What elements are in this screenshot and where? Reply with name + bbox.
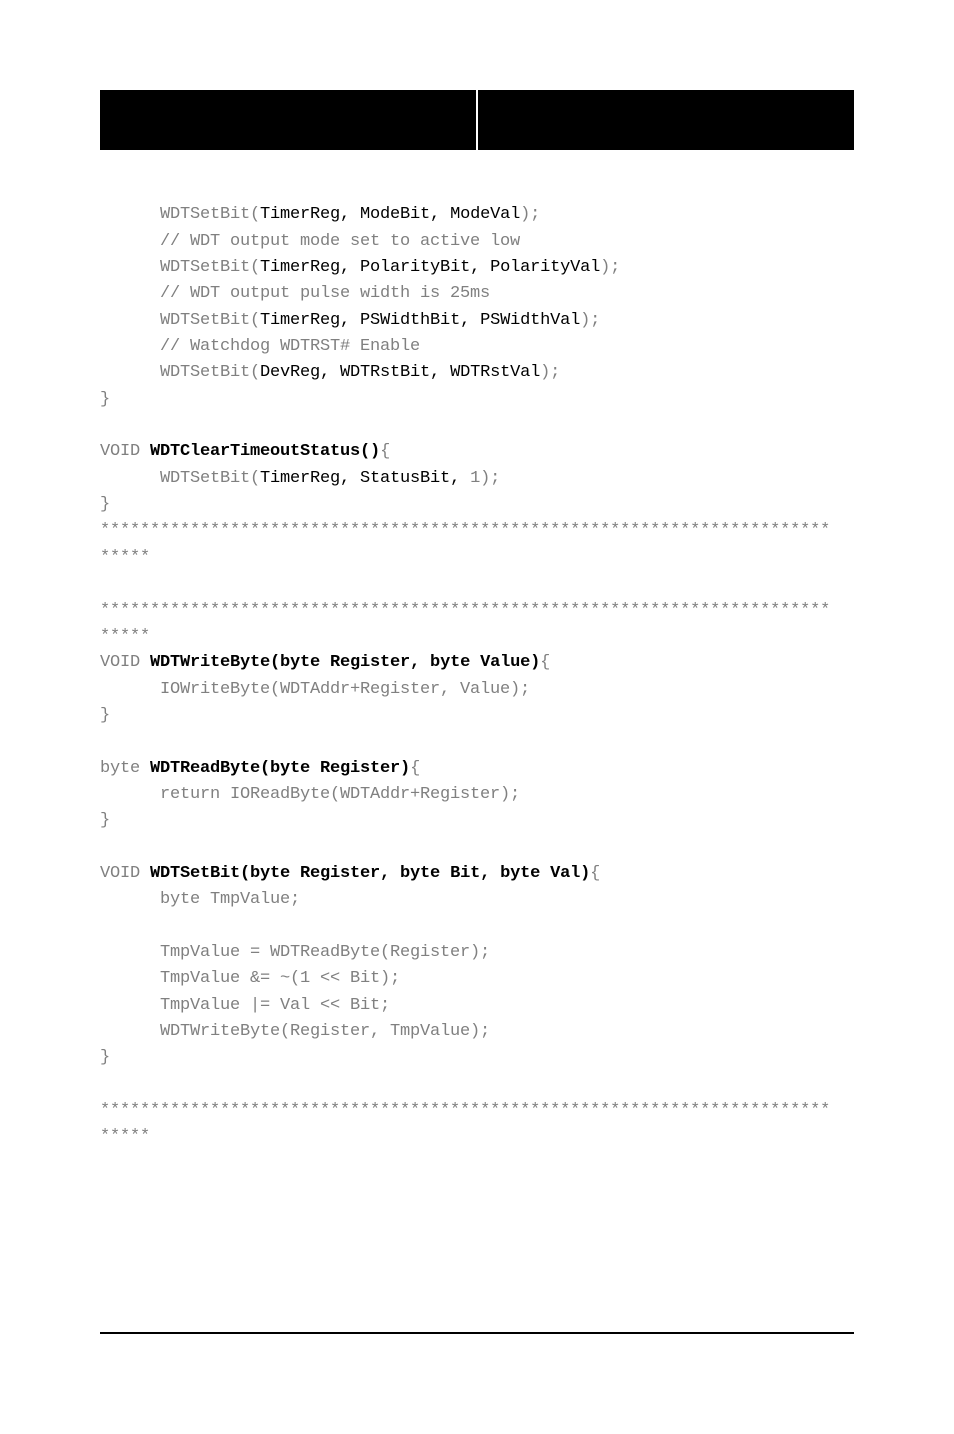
code-text: IOWriteByte(WDTAddr+Register, Value); — [100, 677, 530, 703]
code-stars: ****************************************… — [100, 1101, 830, 1120]
code-text: TimerReg, ModeBit, ModeVal — [260, 205, 520, 224]
code-stars: ***** — [100, 627, 150, 646]
code-text: VOID — [100, 864, 150, 883]
code-brace: } — [100, 706, 110, 725]
code-text: WDTReadByte(byte Register) — [150, 759, 410, 778]
code-stars: ***** — [100, 548, 150, 567]
code-brace: } — [100, 390, 110, 409]
code-block: WDTSetBit(TimerReg, ModeBit, ModeVal); /… — [100, 176, 854, 1151]
code-text: DevReg, WDTRstBit, WDTRstVal — [260, 363, 540, 382]
code-text: TimerReg, StatusBit, — [260, 469, 460, 488]
code-text: return IOReadByte(WDTAddr+Register); — [100, 782, 520, 808]
code-brace: } — [100, 811, 110, 830]
code-text: WDTClearTimeoutStatus() — [150, 442, 380, 461]
header-left — [100, 90, 478, 150]
header-bar — [100, 90, 854, 150]
code-text: byte TmpValue; — [100, 887, 300, 913]
code-text: WDTSetBit( — [160, 205, 260, 224]
code-text: { — [380, 442, 390, 461]
code-text: byte — [100, 759, 150, 778]
code-text: WDTSetBit( — [160, 469, 260, 488]
code-text: WDTWriteByte(Register, TmpValue); — [100, 1019, 490, 1045]
header-right — [478, 90, 854, 150]
code-text: WDTSetBit( — [160, 311, 260, 330]
code-text: WDTWriteByte(byte Register, byte Value) — [150, 653, 540, 672]
code-text: ); — [600, 258, 620, 277]
code-comment: // WDT output pulse width is 25ms — [100, 281, 490, 307]
code-brace: } — [100, 495, 110, 514]
code-text: ); — [520, 205, 540, 224]
code-brace: } — [100, 1048, 110, 1067]
code-text: { — [590, 864, 600, 883]
code-text: VOID — [100, 442, 150, 461]
code-text: TmpValue &= ~(1 << Bit); — [100, 966, 400, 992]
code-text: ); — [580, 311, 600, 330]
code-text: WDTSetBit( — [160, 258, 260, 277]
code-comment: // WDT output mode set to active low — [100, 229, 520, 255]
code-stars: ****************************************… — [100, 521, 830, 540]
code-text: WDTSetBit( — [160, 363, 260, 382]
code-text: TmpValue = WDTReadByte(Register); — [100, 940, 490, 966]
code-text: TmpValue |= Val << Bit; — [100, 993, 390, 1019]
code-text: WDTSetBit(byte Register, byte Bit, byte … — [150, 864, 590, 883]
code-comment: // Watchdog WDTRST# Enable — [100, 334, 420, 360]
code-text: { — [410, 759, 420, 778]
code-stars: ****************************************… — [100, 601, 830, 620]
code-stars: ***** — [100, 1127, 150, 1146]
footer-divider — [100, 1332, 854, 1334]
code-text: ); — [540, 363, 560, 382]
code-text: TimerReg, PolarityBit, PolarityVal — [260, 258, 600, 277]
code-text: VOID — [100, 653, 150, 672]
code-text: { — [540, 653, 550, 672]
code-text: TimerReg, PSWidthBit, PSWidthVal — [260, 311, 580, 330]
code-text: 1); — [460, 469, 500, 488]
